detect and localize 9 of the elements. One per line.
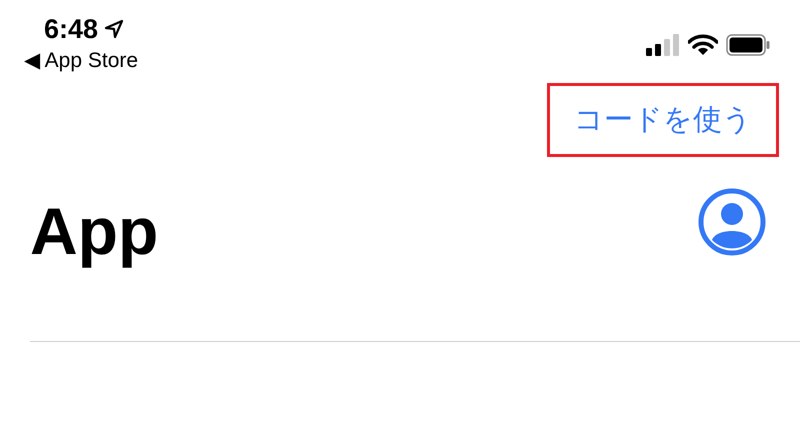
wifi-icon <box>688 34 718 56</box>
signal-icon <box>646 34 680 56</box>
use-code-button[interactable]: コードを使う <box>547 83 779 157</box>
account-icon[interactable] <box>698 188 766 256</box>
page-title: App <box>30 193 158 270</box>
battery-icon <box>726 34 770 56</box>
back-link[interactable]: ◀ App Store <box>24 48 138 74</box>
time: 6:48 <box>44 13 98 46</box>
location-arrow-icon <box>104 19 124 39</box>
